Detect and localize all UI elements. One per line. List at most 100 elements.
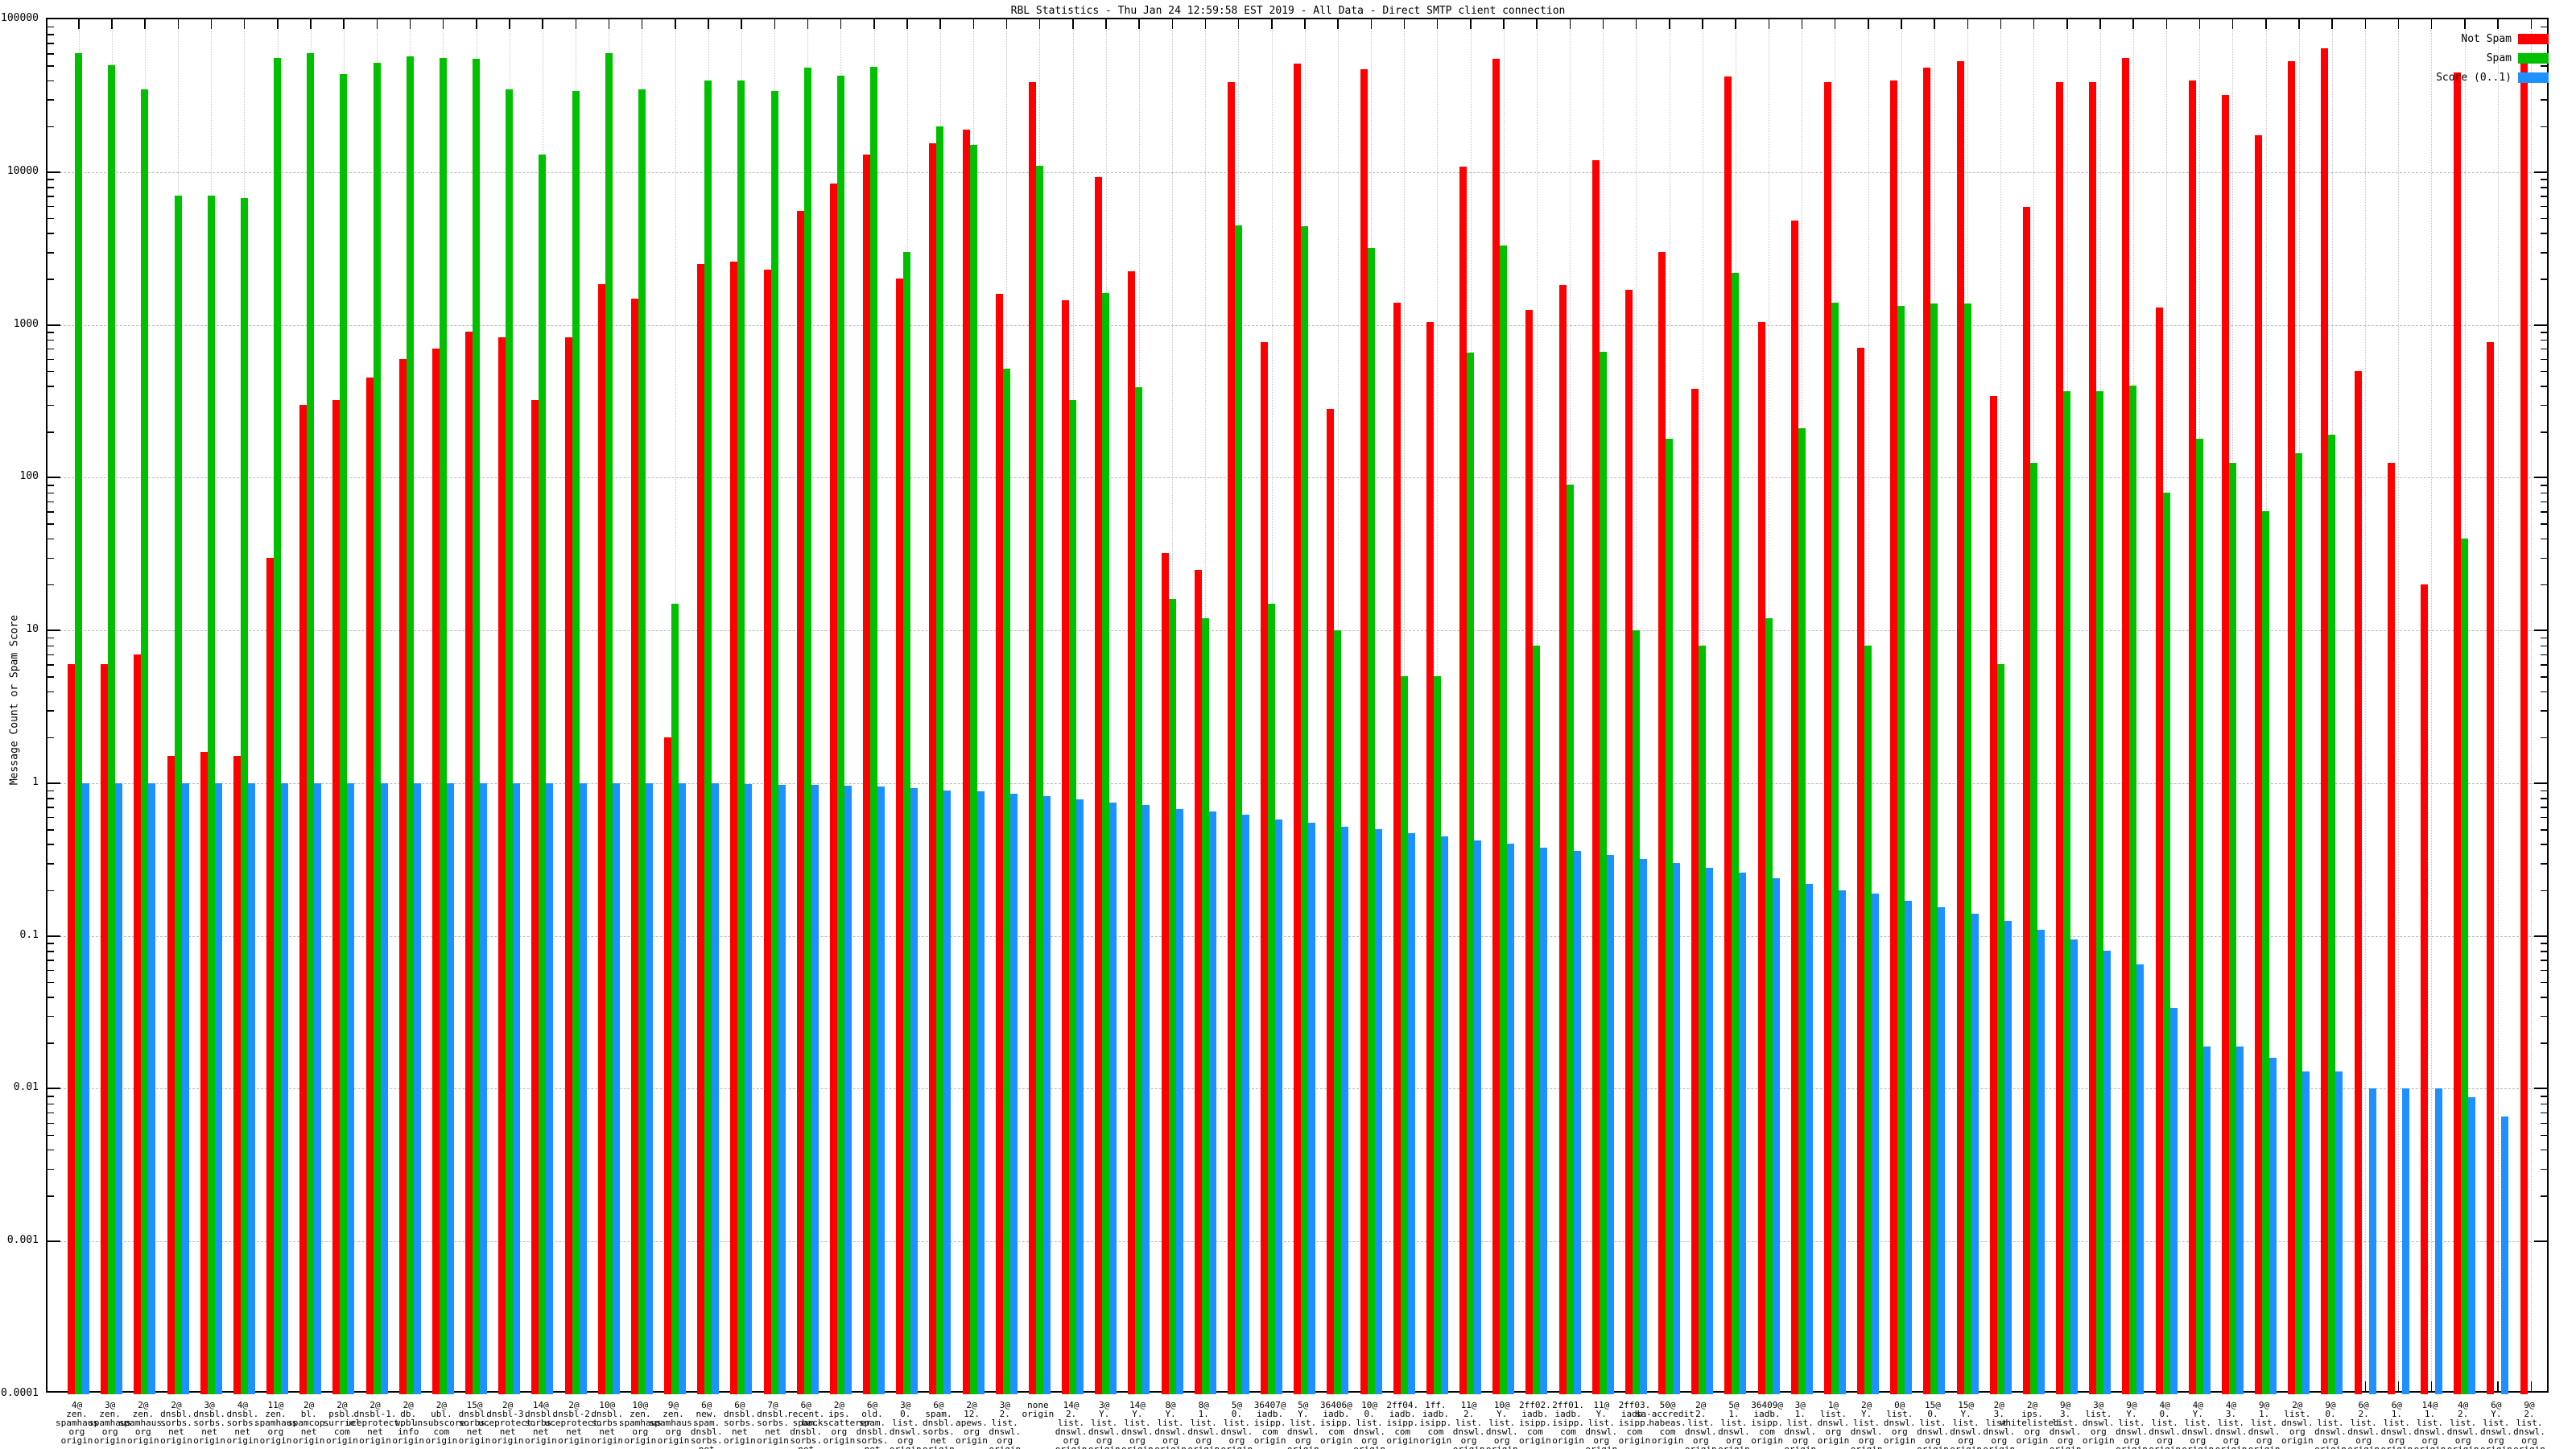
bar-spam (1997, 664, 2004, 1394)
y-tick-minor-right (2541, 493, 2547, 494)
bar-score (2136, 964, 2144, 1394)
x-tick-top (111, 19, 113, 29)
bar-score (778, 785, 786, 1394)
x-category-label: 5@ 1. list. dnswl. org origin (1718, 1401, 1750, 1449)
bar-not-spam (1095, 177, 1102, 1394)
bar-score (1010, 794, 1018, 1394)
x-tick-top (1769, 19, 1770, 29)
bar-score (1739, 873, 1746, 1394)
bar-score (1375, 829, 1382, 1394)
bar-not-spam (1062, 300, 1069, 1394)
x-category-label: 10@ 0. list. dnswl. org origin (1353, 1401, 1385, 1449)
y-tick-minor-right (2541, 1042, 2547, 1044)
legend-item-not-spam: Not Spam (2436, 29, 2549, 48)
x-tick-top (1702, 19, 1703, 29)
x-category-label: 2ff01. iadb. isipp. com origin (1552, 1401, 1584, 1445)
x-tick-top (1138, 19, 1140, 29)
x-category-label: 2ff02. iadb. isipp. com origin (1519, 1401, 1551, 1445)
bar-score (2203, 1046, 2211, 1394)
legend-label-spam: Spam (2487, 52, 2512, 64)
y-tick-minor-right (2541, 1104, 2547, 1105)
x-tick-top (2464, 19, 2466, 29)
x-category-label: 4@ 2. list. dnswl. org origin (2447, 1401, 2479, 1449)
bar-not-spam (1592, 160, 1600, 1394)
y-tick-minor-left (47, 960, 54, 961)
bar-spam (903, 252, 910, 1394)
bar-not-spam (299, 405, 307, 1394)
bar-score (1176, 809, 1183, 1394)
y-tick-minor-left (47, 386, 54, 387)
y-tick-minor-left (47, 844, 54, 845)
x-tick-top (1802, 19, 1803, 29)
bar-not-spam (2288, 61, 2295, 1394)
y-tick-minor-right (2541, 126, 2547, 128)
bar-score (513, 783, 520, 1394)
bar-spam (274, 58, 281, 1394)
y-tick-major-left (47, 630, 60, 631)
y-tick-minor-right (2541, 1150, 2547, 1151)
bar-not-spam (2189, 80, 2196, 1394)
x-tick-top (377, 19, 378, 29)
y-tick-minor-left (47, 99, 54, 101)
y-tick-minor-right (2541, 584, 2547, 586)
bar-score (2468, 1097, 2475, 1394)
y-tick-major-left (47, 1088, 60, 1089)
legend-item-score: Score (0..1) (2436, 68, 2549, 87)
x-tick-top (443, 19, 444, 29)
y-tick-label: 100000 (0, 12, 39, 24)
y-tick-minor-right (2541, 349, 2547, 350)
y-tick-major-right (2534, 630, 2547, 631)
x-category-label: 6@ old. spam. dnsbl. sorbs. net origin (857, 1401, 889, 1449)
bar-score (1839, 890, 1846, 1394)
bar-score (1308, 823, 1315, 1394)
bar-spam (771, 91, 778, 1394)
x-category-label: 9@ 1. list. dnswl. org origin (2248, 1401, 2281, 1449)
y-tick-minor-left (47, 405, 54, 407)
y-tick-minor-left (47, 1016, 54, 1018)
y-tick-minor-right (2541, 233, 2547, 234)
bar-score (414, 783, 421, 1394)
bar-score (215, 783, 222, 1394)
y-tick-minor-right (2541, 332, 2547, 333)
bar-not-spam (134, 654, 141, 1394)
x-tick-top (2132, 19, 2134, 29)
x-category-label: 36406@ iadb. isipp. com origin (1320, 1401, 1352, 1445)
bar-score (1441, 836, 1448, 1394)
bar-spam (1135, 387, 1142, 1394)
bar-score (811, 785, 819, 1394)
bar-score (2236, 1046, 2244, 1394)
y-tick-minor-left (47, 558, 54, 559)
x-tick-top (2365, 19, 2367, 29)
y-tick-minor-left (47, 646, 54, 647)
bar-spam (407, 56, 414, 1394)
x-tick-top (2166, 19, 2168, 29)
y-tick-minor-right (2541, 196, 2547, 197)
x-tick-top (2497, 19, 2499, 29)
bar-score (2103, 951, 2111, 1394)
legend-label-not-spam: Not Spam (2461, 33, 2512, 45)
x-category-label: 7@ dnsbl. sorbs. net origin (757, 1401, 789, 1445)
bar-spam (1600, 352, 1607, 1394)
x-tick-top (2531, 19, 2533, 29)
bar-spam (1699, 646, 1706, 1394)
rbl-statistics-chart: RBL Statistics - Thu Jan 24 12:59:58 EST… (0, 0, 2576, 1449)
bar-spam (374, 63, 381, 1394)
y-tick-minor-right (2541, 1123, 2547, 1125)
x-category-label: 15@ Y. list. dnswl. org origin (1950, 1401, 1982, 1449)
y-tick-minor-left (47, 233, 54, 234)
bar-spam (440, 58, 447, 1394)
x-tick-top (1271, 19, 1273, 29)
x-category-label: 10@ Y. list. dnswl. org origin (1486, 1401, 1518, 1449)
y-tick-major-left (47, 782, 60, 784)
bar-not-spam (1393, 303, 1401, 1394)
bar-score (2435, 1088, 2442, 1394)
bar-spam (1169, 599, 1176, 1394)
bar-spam (2229, 463, 2236, 1394)
bar-score (1971, 914, 1979, 1394)
bar-score (745, 784, 752, 1394)
y-tick-minor-right (2541, 511, 2547, 513)
y-tick-minor-right (2541, 737, 2547, 739)
y-tick-minor-right (2541, 1113, 2547, 1114)
legend-swatch-not-spam (2518, 34, 2549, 44)
bar-spam (208, 196, 215, 1394)
